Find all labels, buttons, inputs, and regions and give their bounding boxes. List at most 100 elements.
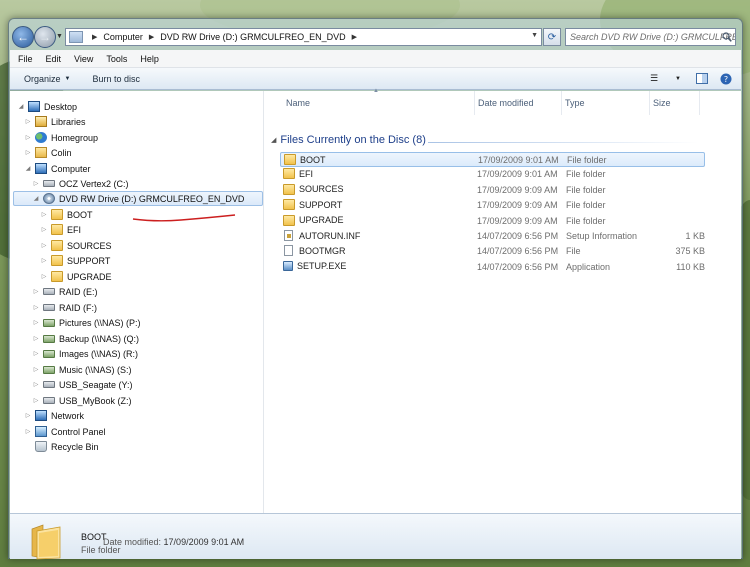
breadcrumb-separator-icon[interactable]: ▶ — [92, 33, 97, 41]
nav-item-images-r[interactable]: ▷ Images (\\NAS) (R:) — [32, 346, 138, 361]
file-row-support[interactable]: SUPPORT 17/09/2009 9:09 AM File folder — [280, 198, 705, 213]
expand-arrow-icon[interactable]: ▷ — [40, 211, 48, 218]
expand-arrow-icon[interactable]: ▷ — [24, 118, 32, 125]
file-row-sources[interactable]: SOURCES 17/09/2009 9:09 AM File folder — [280, 183, 705, 198]
menu-tools[interactable]: Tools — [106, 54, 127, 64]
column-header-size[interactable]: Size — [650, 91, 700, 115]
expand-arrow-icon[interactable]: ▷ — [32, 304, 40, 311]
file-row-autorun-inf[interactable]: AUTORUN.INF 14/07/2009 6:56 PM Setup Infor… — [280, 229, 705, 244]
nav-item-label: Libraries — [51, 116, 86, 127]
nav-item-network[interactable]: ▷ Network — [24, 408, 84, 423]
collapse-arrow-icon[interactable]: ◢ — [24, 165, 32, 172]
organize-button[interactable]: Organize ▼ — [24, 74, 70, 84]
file-date-cell: 14/07/2009 6:56 PM — [477, 261, 559, 272]
nav-item-label: EFI — [67, 224, 82, 235]
nav-item-pictures-p[interactable]: ▷ Pictures (\\NAS) (P:) — [32, 315, 141, 330]
expand-arrow-icon[interactable]: ▷ — [24, 149, 32, 156]
expand-arrow-icon[interactable]: ▷ — [40, 273, 48, 280]
expand-arrow-icon[interactable]: ▷ — [24, 412, 32, 419]
view-options-dropdown-icon[interactable]: ▼ — [671, 72, 685, 85]
expand-arrow-icon[interactable]: ▷ — [32, 319, 40, 326]
expand-arrow-icon[interactable]: ▷ — [24, 134, 32, 141]
menu-edit[interactable]: Edit — [46, 54, 62, 64]
nav-item-efi[interactable]: ▷ EFI — [40, 222, 81, 237]
user-folder-icon — [35, 147, 47, 158]
expand-arrow-icon[interactable]: ▷ — [40, 226, 48, 233]
search-input[interactable]: Search DVD RW Drive (D:) GRMCULFREO_EN_D… — [565, 28, 736, 46]
nav-item-homegroup[interactable]: ▷ Homegroup — [24, 130, 98, 145]
file-row-bootmgr[interactable]: BOOTMGR 14/07/2009 6:56 PM File 375 KB — [280, 244, 705, 259]
nav-item-colin[interactable]: ▷ Colin — [24, 145, 72, 160]
expand-arrow-icon[interactable]: ▷ — [40, 257, 48, 264]
menu-help[interactable]: Help — [140, 54, 159, 64]
chevron-down-icon: ▼ — [64, 75, 71, 82]
file-name-cell: SETUP.EXE — [283, 260, 346, 271]
navigation-pane: ◢ Desktop ▷ Libraries ▷ Homegroup ▷ Coli… — [10, 91, 264, 513]
nav-item-desktop[interactable]: ◢ Desktop — [17, 99, 77, 114]
nav-item-upgrade[interactable]: ▷ UPGRADE — [40, 269, 112, 284]
menu-file[interactable]: File — [18, 54, 33, 64]
file-date-cell: 17/09/2009 9:01 AM — [477, 169, 558, 180]
nav-item-control-panel[interactable]: ▷ Control Panel — [24, 424, 106, 439]
nav-item-boot[interactable]: ▷ BOOT — [40, 207, 93, 222]
change-view-icon[interactable]: ☰ — [647, 72, 661, 85]
file-row-setup-exe[interactable]: SETUP.EXE 14/07/2009 6:56 PM Application 11… — [280, 260, 705, 275]
group-header[interactable]: ◢ Files Currently on the Disc (8) — [271, 134, 426, 146]
expand-arrow-icon[interactable]: ▷ — [32, 180, 40, 187]
refresh-icon: ⟳ — [547, 31, 557, 43]
nav-item-label: Pictures (\\NAS) (P:) — [59, 317, 141, 328]
file-date-cell: 17/09/2009 9:09 AM — [477, 200, 558, 211]
recent-pages-dropdown[interactable]: ▼ — [56, 33, 63, 41]
help-icon[interactable]: ? — [719, 72, 733, 85]
address-row: ← → ▼ ▶ Computer ▶ DVD RW Drive (D:) GRM… — [9, 19, 742, 49]
file-row-efi[interactable]: EFI 17/09/2009 9:01 AM File folder — [280, 167, 705, 182]
collapse-group-icon[interactable]: ◢ — [271, 136, 276, 144]
menu-view[interactable]: View — [74, 54, 93, 64]
expand-arrow-icon[interactable]: ▷ — [32, 288, 40, 295]
nav-item-usb-mybook[interactable]: ▷ USB_MyBook (Z:) — [32, 393, 132, 408]
file-row-boot[interactable]: BOOT 17/09/2009 9:01 AM File folder — [280, 152, 705, 167]
column-header-date[interactable]: Date modified — [475, 91, 562, 115]
expand-arrow-icon[interactable]: ▷ — [32, 366, 40, 373]
expand-arrow-icon[interactable]: ▷ — [32, 335, 40, 342]
burn-to-disc-button[interactable]: Burn to disc — [92, 74, 140, 84]
column-header-name[interactable]: Name ▲ — [283, 88, 475, 115]
libraries-icon — [35, 116, 47, 127]
search-icon[interactable] — [722, 32, 732, 42]
nav-item-support[interactable]: ▷ SUPPORT — [40, 253, 110, 268]
file-size-cell: 1 KB — [685, 231, 705, 241]
file-size-cell: 375 KB — [675, 246, 705, 257]
expand-arrow-icon[interactable]: ▷ — [32, 381, 40, 388]
content-area: ◢ Desktop ▷ Libraries ▷ Homegroup ▷ Coli… — [10, 88, 741, 513]
group-divider — [428, 142, 698, 143]
column-header-type[interactable]: Type — [562, 91, 650, 115]
nav-item-music-s[interactable]: ▷ Music (\\NAS) (S:) — [32, 362, 132, 377]
collapse-arrow-icon[interactable]: ◢ — [32, 195, 40, 202]
breadcrumb-separator-icon[interactable]: ▶ — [352, 33, 357, 41]
expand-arrow-icon[interactable]: ▷ — [24, 428, 32, 435]
address-bar[interactable]: ▶ Computer ▶ DVD RW Drive (D:) GRMCULFRE… — [65, 28, 542, 46]
address-dropdown-icon[interactable]: ▼ — [531, 32, 538, 39]
nav-item-backup-q[interactable]: ▷ Backup (\\NAS) (Q:) — [32, 331, 139, 346]
breadcrumb-separator-icon[interactable]: ▶ — [149, 33, 154, 41]
forward-button[interactable]: → — [34, 26, 56, 48]
nav-item-raid-f[interactable]: ▷ RAID (F:) — [32, 300, 97, 315]
nav-item-usb-seagate[interactable]: ▷ USB_Seagate (Y:) — [32, 377, 133, 392]
nav-item-computer[interactable]: ◢ Computer — [24, 161, 91, 176]
preview-pane-icon[interactable] — [695, 72, 709, 85]
refresh-button[interactable]: ⟳ — [543, 28, 561, 46]
nav-item-dvd-drive[interactable]: ◢ DVD RW Drive (D:) GRMCULFREO_EN_DVD — [13, 191, 263, 206]
file-row-upgrade[interactable]: UPGRADE 17/09/2009 9:09 AM File folder — [280, 214, 705, 229]
expand-arrow-icon[interactable]: ▷ — [32, 350, 40, 357]
breadcrumb-dvd-drive[interactable]: DVD RW Drive (D:) GRMCULFREO_EN_DVD — [160, 32, 345, 42]
collapse-arrow-icon[interactable]: ◢ — [17, 103, 25, 110]
expand-arrow-icon[interactable]: ▷ — [32, 397, 40, 404]
nav-item-drive-c[interactable]: ▷ OCZ Vertex2 (C:) — [32, 176, 129, 191]
expand-arrow-icon[interactable]: ▷ — [40, 242, 48, 249]
back-button[interactable]: ← — [12, 26, 34, 48]
breadcrumb-computer[interactable]: Computer — [103, 32, 143, 42]
nav-item-libraries[interactable]: ▷ Libraries — [24, 114, 86, 129]
nav-item-sources[interactable]: ▷ SOURCES — [40, 238, 112, 253]
nav-item-raid-e[interactable]: ▷ RAID (E:) — [32, 284, 98, 299]
nav-item-recycle-bin[interactable]: Recycle Bin — [35, 439, 99, 454]
